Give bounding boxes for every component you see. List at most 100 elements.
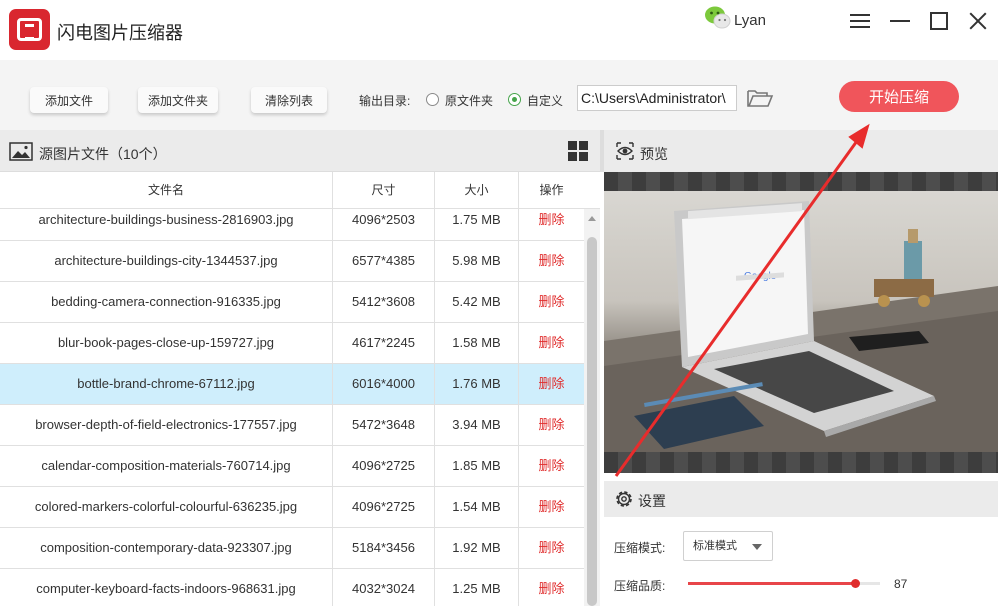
radio-custom-folder-label[interactable]: 自定义 [527,92,563,109]
radio-original-folder[interactable] [426,93,439,106]
compress-quality-label: 压缩品质: [614,579,666,593]
table-row[interactable]: bottle-brand-chrome-67112.jpg 6016*4000 1.… [0,364,584,405]
add-file-button[interactable]: 添加文件 [30,87,108,113]
table-row[interactable]: composition-contemporary-data-923307.jpg… [0,528,584,569]
minimize-button[interactable] [888,9,912,33]
file-name-cell: colored-markers-colorful-colourful-63623… [0,487,333,527]
preview-title: 预览 [640,146,668,162]
file-dimensions-cell: 4617*2245 [333,323,435,363]
table-row[interactable]: architecture-buildings-city-1344537.jpg 6… [0,241,584,282]
delete-link[interactable]: 删除 [519,241,584,281]
file-size-cell: 1.85 MB [435,446,519,486]
close-button[interactable] [966,9,990,33]
file-table: architecture-buildings-business-2816903.… [0,209,584,606]
file-size-cell: 1.75 MB [435,209,519,240]
title-bar: 闪电图片压缩器 Lyan [0,0,998,60]
column-header-name[interactable]: 文件名 [0,172,333,209]
table-row[interactable]: bedding-camera-connection-916335.jpg 5412… [0,282,584,323]
delete-link[interactable]: 删除 [519,446,584,486]
clear-list-button[interactable]: 清除列表 [251,87,327,113]
delete-link[interactable]: 删除 [519,405,584,445]
file-dimensions-cell: 4096*2725 [333,446,435,486]
preview-header: 预览 [600,130,998,172]
file-size-cell: 3.94 MB [435,405,519,445]
settings-panel: 压缩模式: 标准模式 压缩品质: 87 [604,517,998,606]
table-row[interactable]: blur-book-pages-close-up-159727.jpg 4617*… [0,323,584,364]
delete-link[interactable]: 删除 [519,323,584,363]
file-name-cell: composition-contemporary-data-923307.jpg [0,528,333,568]
file-name-cell: architecture-buildings-city-1344537.jpg [0,241,333,281]
quality-slider[interactable] [688,579,880,588]
table-row[interactable]: calendar-composition-materials-760714.jp… [0,446,584,487]
add-folder-button[interactable]: 添加文件夹 [138,87,218,113]
settings-header: 设置 [604,481,998,517]
file-name-cell: bottle-brand-chrome-67112.jpg [0,364,333,404]
file-list-scrollbar[interactable] [584,209,600,606]
file-list-title: 源图片文件（10个） [39,146,167,162]
file-name-cell: blur-book-pages-close-up-159727.jpg [0,323,333,363]
file-name-cell: calendar-composition-materials-760714.jp… [0,446,333,486]
scroll-up-arrow-icon[interactable] [588,216,596,221]
output-path-input[interactable] [577,85,737,111]
app-title: 闪电图片压缩器 [57,23,183,43]
radio-custom-folder[interactable] [508,93,521,106]
file-dimensions-cell: 6577*4385 [333,241,435,281]
column-header-action: 操作 [539,183,564,197]
scrollbar-thumb[interactable] [587,237,597,606]
file-size-cell: 1.25 MB [435,569,519,606]
column-header-size[interactable]: 大小 [435,172,519,209]
compress-mode-label: 压缩模式: [614,541,666,555]
file-size-cell: 5.42 MB [435,282,519,322]
delete-link[interactable]: 删除 [519,209,584,240]
file-size-cell: 1.92 MB [435,528,519,568]
file-name-cell: browser-depth-of-field-electronics-17755… [0,405,333,445]
file-dimensions-cell: 4096*2503 [333,209,435,240]
quality-slider-handle[interactable] [851,579,861,588]
user-name[interactable]: Lyan [734,12,766,29]
file-name-cell: architecture-buildings-business-2816903.… [0,209,333,240]
file-dimensions-cell: 6016*4000 [333,364,435,404]
file-name-cell: computer-keyboard-facts-indoors-968631.j… [0,569,333,606]
file-dimensions-cell: 4096*2725 [333,487,435,527]
file-dimensions-cell: 4032*3024 [333,569,435,606]
delete-link[interactable]: 删除 [519,364,584,404]
chevron-down-icon[interactable] [752,544,762,550]
file-size-cell: 1.58 MB [435,323,519,363]
file-name-cell: bedding-camera-connection-916335.jpg [0,282,333,322]
maximize-button[interactable] [927,9,951,33]
quality-value: 87 [894,577,908,591]
settings-title: 设置 [638,493,666,509]
menu-button[interactable] [848,9,872,33]
toolbar: 添加文件 添加文件夹 清除列表 输出目录: 原文件夹 自定义 开始压缩 [0,60,998,130]
eye-icon [616,142,634,160]
app-logo-icon [9,9,50,50]
table-row[interactable]: browser-depth-of-field-electronics-17755… [0,405,584,446]
folder-open-icon[interactable] [746,87,774,109]
delete-link[interactable]: 删除 [519,528,584,568]
quality-slider-fill [688,582,856,585]
file-dimensions-cell: 5412*3608 [333,282,435,322]
file-dimensions-cell: 5472*3648 [333,405,435,445]
file-size-cell: 1.54 MB [435,487,519,527]
file-dimensions-cell: 5184*3456 [333,528,435,568]
picture-icon [9,142,33,161]
delete-link[interactable]: 删除 [519,569,584,606]
file-list-header: 源图片文件（10个） [0,130,600,172]
delete-link[interactable]: 删除 [519,487,584,527]
column-header-dimensions[interactable]: 尺寸 [333,172,435,209]
preview-canvas: Google [604,172,998,473]
output-dir-label: 输出目录: [359,94,411,108]
gear-icon [616,491,632,507]
radio-original-folder-label[interactable]: 原文件夹 [445,92,493,109]
preview-image: Google [604,191,998,452]
file-size-cell: 5.98 MB [435,241,519,281]
file-size-cell: 1.76 MB [435,364,519,404]
table-row[interactable]: architecture-buildings-business-2816903.… [0,209,584,241]
wechat-icon[interactable] [704,5,731,30]
file-table-header: 文件名 尺寸 大小 操作 [0,172,600,209]
grid-view-icon[interactable] [568,141,589,162]
table-row[interactable]: computer-keyboard-facts-indoors-968631.j… [0,569,584,606]
delete-link[interactable]: 删除 [519,282,584,322]
table-row[interactable]: colored-markers-colorful-colourful-63623… [0,487,584,528]
start-compress-button[interactable]: 开始压缩 [839,81,959,112]
